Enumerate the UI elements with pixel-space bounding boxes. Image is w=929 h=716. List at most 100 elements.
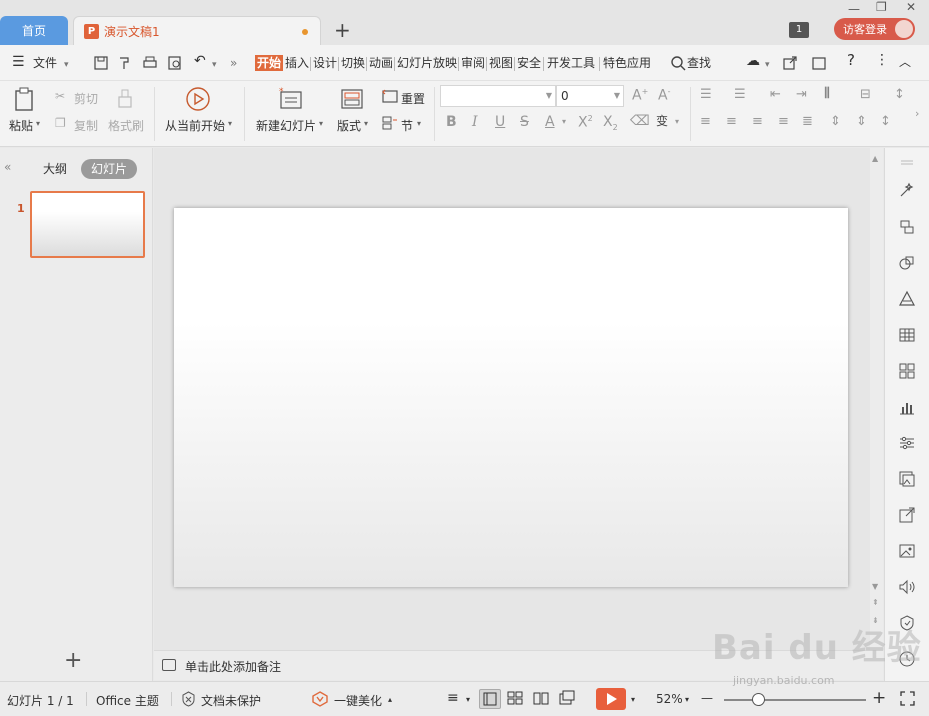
save-icon[interactable]	[93, 55, 109, 71]
paste-button[interactable]: 粘贴	[9, 117, 33, 134]
zoom-out-button[interactable]: —	[701, 691, 713, 705]
normal-view-button[interactable]	[479, 689, 501, 709]
table-icon[interactable]	[898, 326, 916, 344]
share-icon[interactable]	[782, 55, 798, 71]
format-painter-icon[interactable]	[114, 87, 136, 109]
minimize-button[interactable]: —	[848, 2, 860, 16]
close-button[interactable]: ✕	[906, 0, 916, 14]
export-icon[interactable]	[898, 506, 916, 524]
section-icon[interactable]	[381, 115, 399, 131]
increase-indent-icon[interactable]: ⇥	[796, 87, 807, 102]
magic-icon[interactable]	[898, 181, 916, 199]
copy-icon[interactable]: ❐	[55, 116, 66, 130]
tab-outline[interactable]: 大纲	[43, 159, 67, 179]
chart-icon[interactable]	[898, 398, 916, 416]
align-center-icon[interactable]: ≡	[726, 114, 737, 129]
underline-icon[interactable]: U	[495, 114, 505, 130]
phonetic-dropdown-icon[interactable]: ▾	[675, 117, 679, 126]
paragraph-spacing-icon[interactable]: ⇕	[830, 114, 841, 129]
menu-developer[interactable]: 开发工具	[547, 55, 595, 71]
shapes-icon[interactable]	[898, 254, 916, 272]
beautify-dropdown-icon[interactable]: ▴	[388, 695, 392, 704]
font-name-select[interactable]: ▼	[440, 85, 556, 107]
menu-slideshow[interactable]: 幻灯片放映	[397, 55, 457, 71]
menu-transition[interactable]: 切换	[341, 55, 365, 71]
cut-button[interactable]: 剪切	[74, 90, 98, 107]
vertical-scrollbar[interactable]: ▲ ▼ ⇞ ⇟	[870, 148, 883, 650]
menu-design[interactable]: 设计	[313, 55, 337, 71]
prev-slide-icon[interactable]: ⇞	[872, 598, 879, 607]
decrease-font-icon[interactable]: A-	[658, 87, 670, 104]
add-slide-button[interactable]: +	[64, 648, 82, 673]
subscript-icon[interactable]: X2	[603, 114, 618, 132]
layout-button[interactable]: 版式	[337, 117, 361, 134]
format-painter-button[interactable]: 格式刷	[108, 117, 144, 134]
align-left-icon[interactable]: ≡	[700, 114, 711, 129]
tab-slides[interactable]: 幻灯片	[81, 159, 138, 179]
search-icon[interactable]	[670, 55, 686, 71]
decrease-indent-icon[interactable]: ⇤	[770, 87, 781, 102]
start-from-current-button[interactable]: 从当前开始	[165, 117, 225, 134]
column-spacing-icon[interactable]: ⇕	[856, 114, 867, 129]
guest-login-button[interactable]: 访客登录	[834, 18, 915, 40]
text-direction-icon[interactable]: ⫼	[824, 86, 830, 101]
line-spacing-icon[interactable]: ↕	[894, 87, 905, 102]
justify-icon[interactable]: ≡	[778, 114, 789, 129]
zoom-level[interactable]: 52%	[656, 692, 683, 706]
print-preview-icon[interactable]	[167, 55, 183, 71]
more-icon[interactable]: »	[230, 55, 237, 71]
search-label[interactable]: 查找	[687, 55, 711, 71]
undo-icon[interactable]: ↶	[194, 53, 206, 69]
print-icon[interactable]	[142, 55, 158, 71]
theme-label[interactable]: Office 主题	[96, 692, 159, 709]
slideshow-dropdown-icon[interactable]: ▾	[631, 695, 635, 704]
slideshow-play-button[interactable]	[596, 688, 626, 710]
strikethrough-icon[interactable]: S	[520, 114, 529, 130]
menu-home[interactable]: 开始	[255, 55, 284, 71]
cloud-icon[interactable]: ☁	[746, 53, 760, 69]
slide-canvas[interactable]	[174, 208, 848, 587]
font-color-icon[interactable]: A	[545, 114, 555, 130]
distribute-icon[interactable]: ≣	[802, 114, 813, 129]
audio-icon[interactable]	[898, 578, 916, 596]
menu-view[interactable]: 视图	[489, 55, 513, 71]
section-dropdown-icon[interactable]: ▾	[417, 119, 421, 128]
restore-button[interactable]: ❐	[876, 0, 887, 14]
menu-review[interactable]: 审阅	[461, 55, 485, 71]
increase-font-icon[interactable]: A+	[632, 87, 648, 104]
play-from-current-icon[interactable]	[185, 86, 211, 112]
menu-security[interactable]: 安全	[517, 55, 541, 71]
help-icon[interactable]: ?	[847, 52, 855, 68]
reset-button[interactable]: 重置	[401, 90, 425, 107]
italic-icon[interactable]: I	[472, 114, 478, 130]
slide-thumbnail[interactable]	[30, 191, 145, 258]
reset-icon[interactable]	[381, 88, 399, 104]
copy-button[interactable]: 复制	[74, 117, 98, 134]
eraser-icon[interactable]: ⌫	[630, 113, 650, 129]
apps-grid-icon[interactable]	[898, 362, 916, 380]
reading-view-button[interactable]	[531, 689, 553, 709]
presenter-view-button[interactable]	[557, 689, 579, 709]
menu-file[interactable]: 文件	[33, 55, 57, 71]
bold-icon[interactable]: B	[446, 114, 457, 130]
scroll-down-icon[interactable]: ▼	[872, 582, 878, 591]
phonetic-icon[interactable]: 变	[656, 112, 668, 129]
section-button[interactable]: 节	[401, 117, 413, 134]
bullet-list-icon[interactable]: ☰	[700, 87, 712, 102]
cloud-dropdown-icon[interactable]: ▾	[765, 57, 770, 73]
chevron-down-icon[interactable]: ▾	[64, 57, 69, 73]
ribbon-scroll-right-icon[interactable]: ›	[915, 107, 919, 120]
zoom-slider-track[interactable]	[724, 699, 866, 701]
menu-insert[interactable]: 插入	[285, 55, 309, 71]
undo-dropdown-icon[interactable]: ▾	[212, 57, 217, 73]
tab-document[interactable]: P 演示文稿1	[73, 16, 321, 45]
line-spacing-2-icon[interactable]: ↕	[880, 114, 891, 129]
scroll-up-icon[interactable]: ▲	[872, 154, 878, 163]
text-art-icon[interactable]	[898, 290, 916, 308]
new-slide-dropdown-icon[interactable]: ▾	[319, 119, 323, 128]
notes-toggle-dropdown-icon[interactable]: ▾	[466, 695, 470, 704]
format-copy-icon[interactable]	[117, 55, 133, 71]
start-dropdown-icon[interactable]: ▾	[228, 119, 232, 128]
tab-home[interactable]: 首页	[0, 16, 68, 45]
slide-editor[interactable]	[154, 148, 870, 650]
